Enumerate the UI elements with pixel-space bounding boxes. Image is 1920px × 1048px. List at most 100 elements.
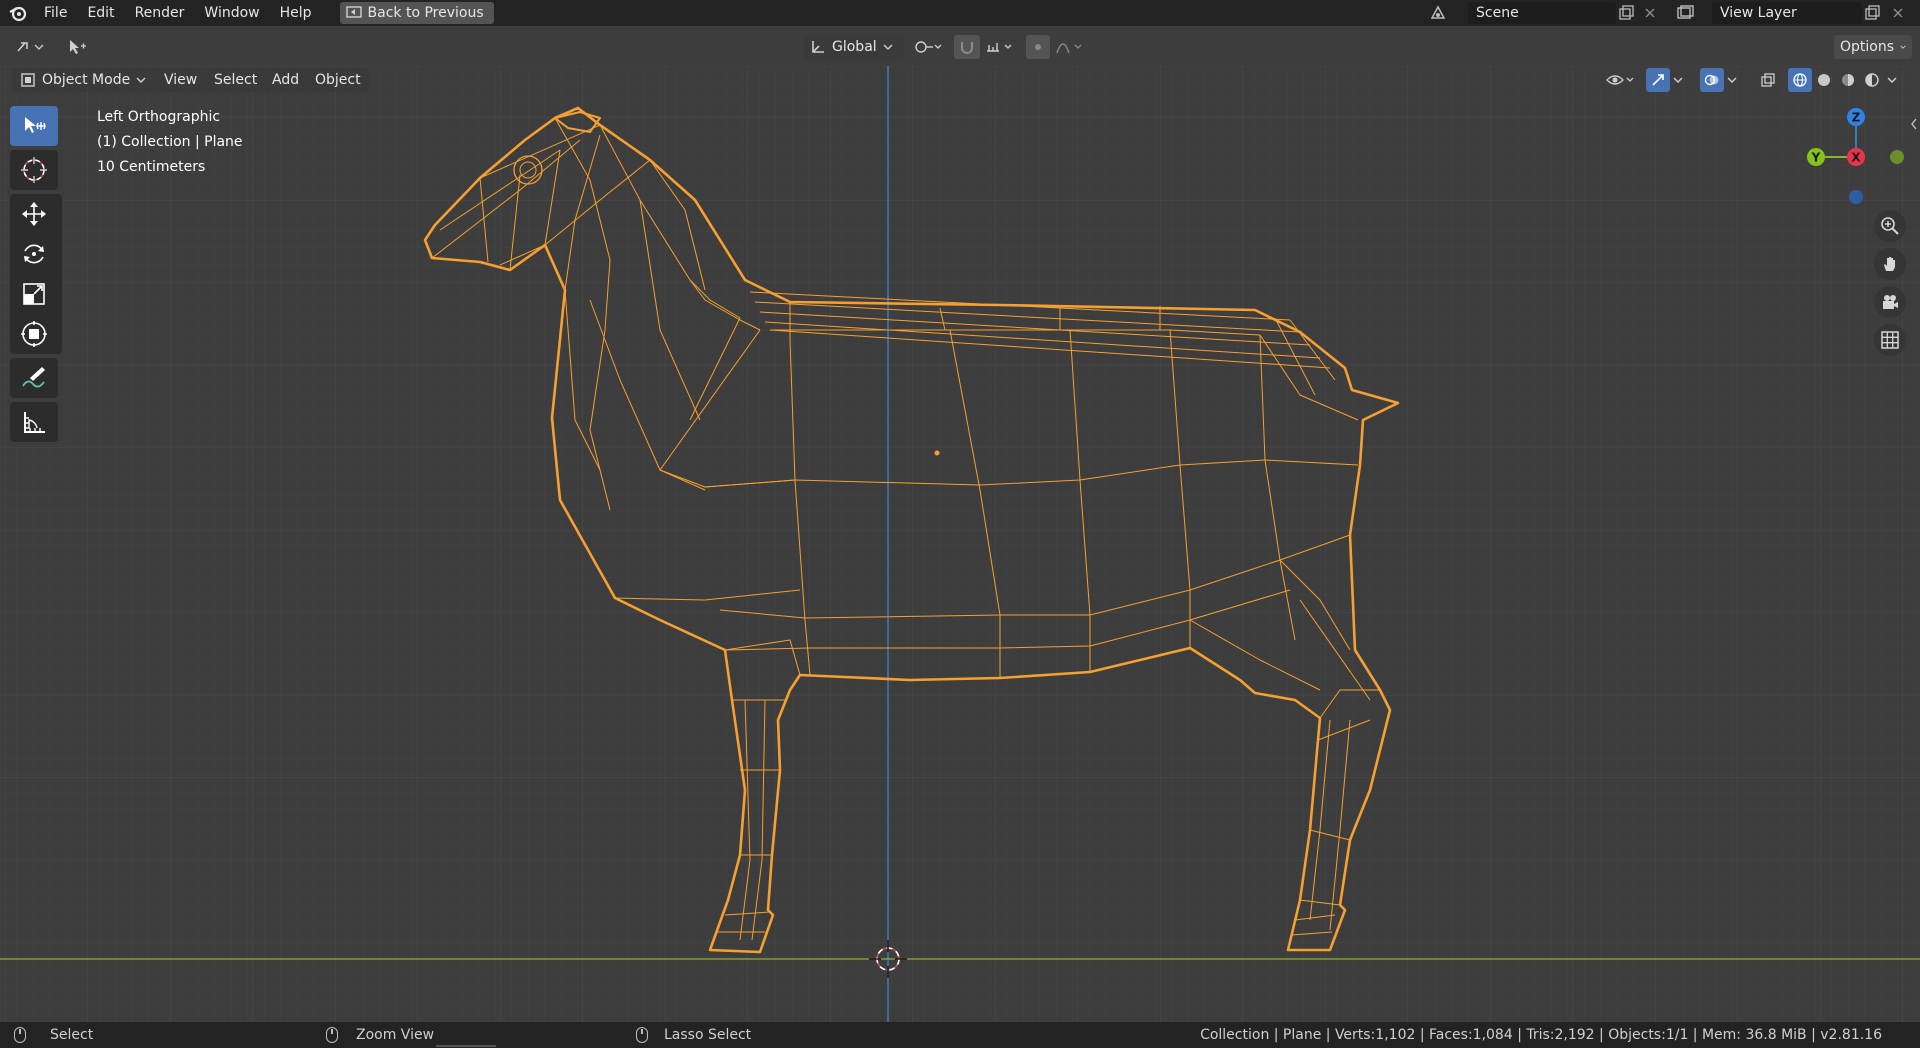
mouse-left-icon [14,1027,26,1043]
status-zoom-label: Zoom View [356,1027,435,1043]
editor-type-button[interactable] [10,35,50,59]
overlays-dropdown[interactable] [1724,68,1740,92]
blender-logo-icon[interactable] [8,3,28,23]
menu-render[interactable]: Render [125,0,195,26]
pivot-point-dropdown[interactable] [910,35,948,59]
rotate-tool[interactable] [10,234,58,274]
shading-dropdown[interactable] [1884,68,1900,92]
transform-orientation-value: Global [832,39,877,55]
status-zoom-hint: Zoom View [326,1027,434,1043]
grid-icon [1881,331,1899,349]
rotate-icon [24,244,44,264]
sidebar-toggle-icon[interactable] [1908,116,1920,132]
camera-icon [1883,295,1898,309]
snap-target-dropdown[interactable] [982,35,1018,59]
viewport-menu-view[interactable]: View [156,68,206,92]
scale-tool[interactable] [10,274,58,314]
chevron-down-icon [1727,77,1737,83]
proportional-falloff-dropdown[interactable] [1052,35,1088,59]
toggle-perspective-button[interactable] [1874,324,1906,356]
3d-viewport-icon [17,42,44,52]
measure-tool[interactable] [10,402,58,442]
menu-help[interactable]: Help [270,0,322,26]
status-bar: Select Zoom View Lasso Select Collection… [0,1022,1920,1048]
overlays-icon [1704,74,1719,86]
back-to-previous-button[interactable]: Back to Previous [339,2,494,24]
chevron-down-icon [1900,45,1906,49]
orientation-icon [812,41,824,53]
gizmo-y-label: Y [1811,151,1821,165]
transform-icon [21,321,47,347]
pan-view-button[interactable] [1874,248,1906,280]
wireframe-sphere-icon [1793,73,1807,87]
chevron-down-icon [1673,77,1683,83]
status-bar-progress-track [436,1045,496,1047]
viewport-menu-object[interactable]: Object [307,68,369,92]
mouse-right-icon [636,1027,648,1043]
transform-orientation-dropdown[interactable]: Global [804,35,904,59]
shading-wireframe-button[interactable] [1788,68,1812,92]
zoom-view-button[interactable] [1874,210,1906,242]
move-tool[interactable] [10,194,58,234]
scene-selector-icon[interactable] [1428,3,1448,23]
collection-info: (1) Collection | Plane [97,134,243,150]
scene-statistics: Collection | Plane | Verts:1,102 | Faces… [1200,1027,1882,1043]
snap-increment-icon [987,43,1012,52]
viewport-menu-add[interactable]: Add [264,68,308,92]
chevron-down-icon [1887,77,1897,83]
new-scene-icon[interactable] [1616,3,1636,23]
back-to-previous-label: Back to Previous [367,5,484,21]
tool-settings-header: Global Options [0,26,1920,70]
shading-solid-button[interactable] [1812,68,1836,92]
mouse-middle-icon [326,1027,338,1043]
view-layer-name: View Layer [1720,5,1797,21]
annotate-tool[interactable] [10,358,58,398]
shading-rendered-button[interactable] [1860,68,1884,92]
delete-view-layer-icon[interactable] [1888,3,1908,23]
scene-name-field[interactable]: Scene [1468,2,1616,24]
object-mode-dropdown[interactable]: Object Mode [12,68,158,92]
viewport-canvas[interactable] [0,66,1920,1022]
top-menu-bar: File Edit Render Window Help Back to Pre… [0,0,1920,26]
status-lasso-label: Lasso Select [664,1027,752,1043]
options-dropdown[interactable]: Options [1834,35,1912,59]
pivot-icon [915,41,942,53]
overlays-toggle[interactable] [1700,68,1724,92]
viewport-menu-select[interactable]: Select [206,68,266,92]
object-mode-label: Object Mode [42,72,131,88]
zoom-in-icon [1881,217,1899,235]
shading-material-button[interactable] [1836,68,1860,92]
gizmo-x-label: X [1851,151,1861,165]
snap-toggle[interactable] [954,35,980,59]
view-name: Left Orthographic [97,109,221,125]
visibility-dropdown[interactable] [1602,68,1638,92]
camera-view-button[interactable] [1874,286,1906,318]
rendered-sphere-icon [1865,73,1879,87]
xray-toggle[interactable] [1756,68,1780,92]
hand-icon [1884,257,1895,271]
menu-file[interactable]: File [34,0,77,26]
view-layer-name-field[interactable]: View Layer [1712,2,1862,24]
select-tool-icon[interactable] [64,35,90,59]
gizmo-icon [1652,74,1664,86]
transform-tool[interactable] [10,314,58,354]
status-select-label: Select [50,1027,94,1043]
proportional-editing-toggle[interactable] [1026,35,1050,59]
options-label: Options [1840,39,1895,55]
view-layer-selector-icon[interactable] [1676,3,1696,23]
tool-shelf [10,106,62,442]
select-box-tool[interactable] [10,106,58,146]
navigation-gizmo[interactable]: Z Y X [1790,100,1910,220]
magnet-icon [961,42,973,54]
xray-icon [1761,73,1775,87]
new-view-layer-icon[interactable] [1862,3,1882,23]
object-mode-icon [21,73,35,87]
menu-window[interactable]: Window [194,0,269,26]
cursor-tool[interactable] [10,150,58,190]
gizmo-toggle[interactable] [1646,68,1670,92]
cursor-icon [21,157,47,183]
menu-edit[interactable]: Edit [77,0,124,26]
gizmo-dropdown[interactable] [1670,68,1686,92]
viewport-info-overlay: Left Orthographic (1) Collection | Plane… [97,105,243,180]
delete-scene-icon[interactable] [1640,3,1660,23]
